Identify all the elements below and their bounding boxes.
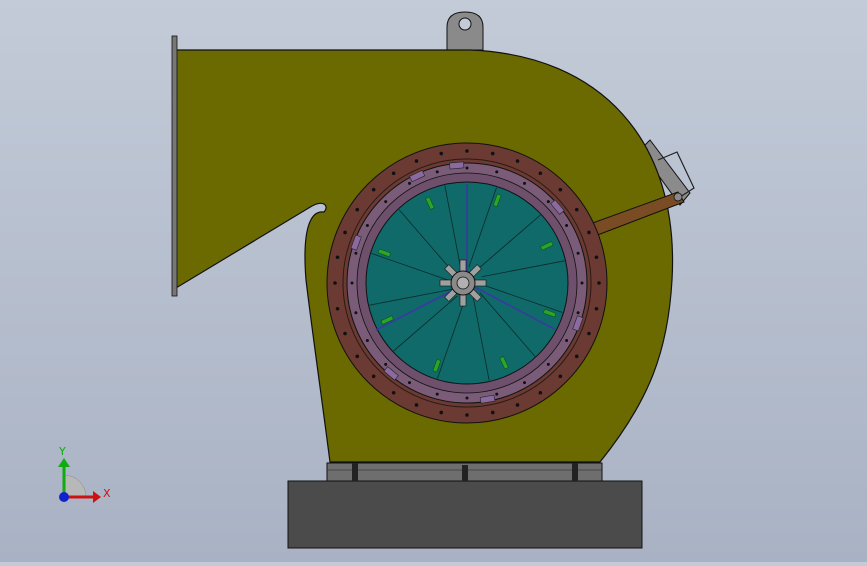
flange-bolt <box>371 187 376 192</box>
flange-bolt <box>414 403 419 407</box>
flange-bolt <box>439 151 444 156</box>
lifting-lug <box>446 11 484 51</box>
flange-bolt <box>515 403 520 407</box>
flange-bolt <box>515 159 520 163</box>
flange-bolt <box>558 187 563 192</box>
flange-bolt <box>490 410 495 415</box>
ring-bolt <box>365 339 369 342</box>
ring-bolt <box>408 381 411 385</box>
ring-bolt <box>523 381 526 385</box>
flange-bolt <box>414 159 419 163</box>
flange-bolt <box>574 354 579 359</box>
ring-bolt <box>465 396 469 400</box>
flange-bolt <box>574 207 579 212</box>
ring-bolt <box>495 392 499 396</box>
ring-bolt <box>546 362 550 366</box>
ring-clamp <box>449 161 465 170</box>
flange-bolt <box>490 151 495 156</box>
ring-bolt <box>354 251 358 255</box>
axis-triad: Y X <box>58 445 111 503</box>
flange-bolt <box>333 281 337 285</box>
flange-bolt <box>558 374 563 379</box>
ring-bolt <box>580 281 584 285</box>
flange-bolt <box>439 410 444 415</box>
ring-bolt <box>565 339 569 342</box>
flange-bolt <box>335 306 340 311</box>
flange-bolt <box>594 255 599 260</box>
ring-bolt <box>435 170 439 174</box>
ring-bolt <box>546 200 550 204</box>
ring-bolt <box>576 311 580 315</box>
ring-bolt <box>365 224 369 227</box>
ring-bolt <box>495 170 499 174</box>
flange-bolt <box>594 306 599 311</box>
flange-bolt <box>587 331 591 336</box>
flange-bolt <box>371 374 376 379</box>
ring-bolt <box>435 392 439 396</box>
ring-bolt <box>565 224 569 227</box>
ring-bolt <box>384 200 388 204</box>
ring-bolt <box>350 281 354 285</box>
flange-bolt <box>465 149 469 153</box>
flange-bolt <box>465 413 469 417</box>
flange-bolt <box>355 207 360 212</box>
flange-bolt <box>587 230 591 235</box>
ring-bolt <box>465 166 469 170</box>
z-axis-dot <box>59 492 69 502</box>
ring-bolt <box>408 181 411 185</box>
ring-bolt <box>523 181 526 185</box>
flange-bolt <box>391 171 396 176</box>
ring-bolt <box>576 251 580 255</box>
flange-bolt <box>355 354 360 359</box>
flange-bolt <box>538 171 543 176</box>
flange-bolt <box>597 281 601 285</box>
y-axis-label: Y <box>58 445 66 458</box>
ring-bolt <box>384 362 388 366</box>
flange-bolt <box>343 331 347 336</box>
flange-bolt <box>343 230 347 235</box>
fan-base <box>287 462 643 549</box>
flange-bolt <box>335 255 340 260</box>
x-axis-label: X <box>103 487 111 500</box>
impeller-hub <box>439 259 487 307</box>
flange-bolt <box>391 390 396 395</box>
cad-viewport[interactable]: Y X <box>0 0 867 562</box>
ring-bolt <box>354 311 358 315</box>
flange-bolt <box>538 390 543 395</box>
